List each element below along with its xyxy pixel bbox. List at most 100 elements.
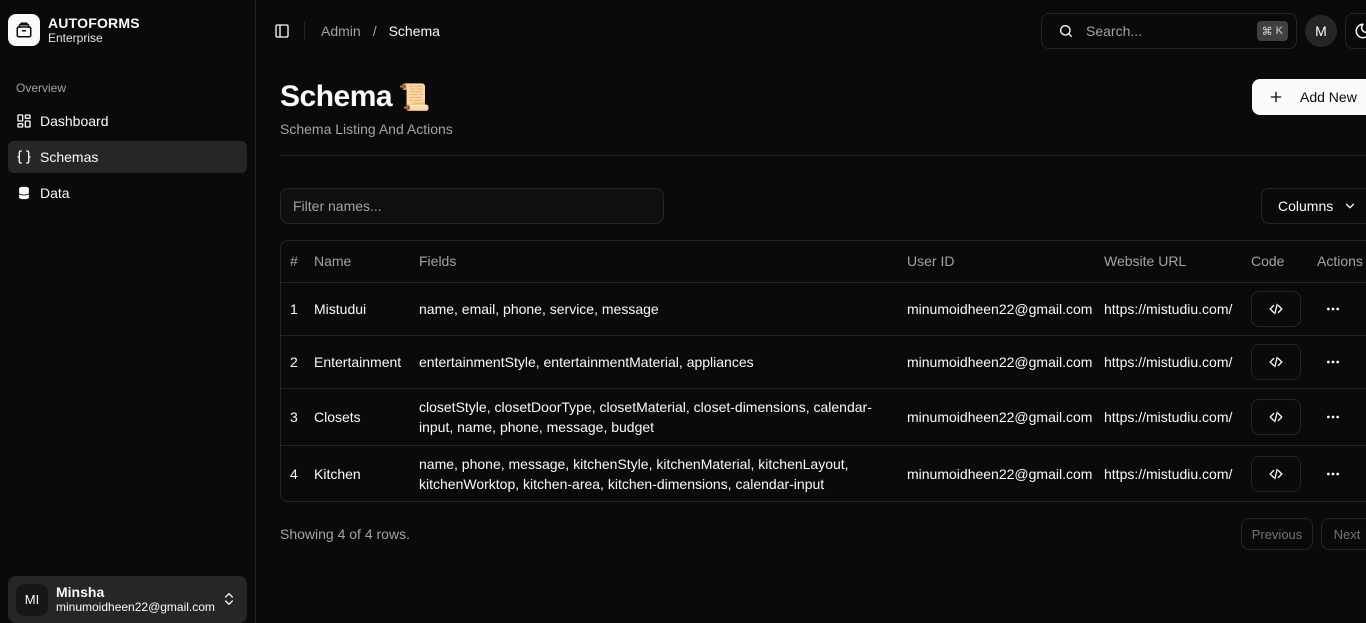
add-new-label: Add New <box>1300 89 1357 105</box>
view-code-button[interactable] <box>1251 290 1301 327</box>
cell-fields: entertainmentStyle, entertainmentMateria… <box>419 335 907 389</box>
filter-names-input[interactable] <box>280 188 664 224</box>
sidebar: AUTOFORMS Enterprise Overview Dashboard … <box>0 0 256 623</box>
chevron-down-icon <box>1346 203 1355 209</box>
cell-fields: closetStyle, closetDoorType, closetMater… <box>419 388 907 446</box>
brand-logo-icon <box>8 14 40 46</box>
search-shortcut: ⌘ K <box>1256 21 1288 41</box>
shortcut-letter: K <box>1275 25 1283 37</box>
cell-number: 4 <box>290 465 298 482</box>
columns-label: Columns <box>1278 198 1334 214</box>
nav-group-label: Overview <box>16 81 67 95</box>
breadcrumb: Admin / Schema <box>321 23 440 39</box>
cell-name: Closets <box>314 388 419 446</box>
user-avatar: MI <box>16 583 48 616</box>
code-icon <box>1269 468 1283 480</box>
cell-name: Mistudui <box>314 282 419 336</box>
command-key: ⌘ <box>1261 25 1273 38</box>
cell-number: 3 <box>281 388 314 446</box>
dashboard-icon <box>17 114 31 128</box>
more-horizontal-icon <box>1327 307 1339 310</box>
page-title-text: Schema <box>280 80 393 113</box>
sidebar-item-dashboard[interactable]: Dashboard <box>8 105 247 137</box>
cell-website-url: https://mistudiu.com/ <box>1104 282 1251 336</box>
page-title: Schema 📜 <box>280 80 430 114</box>
top-header: Admin / Schema Search... ⌘ K M <box>256 0 1366 62</box>
heading-divider <box>280 155 1366 156</box>
column-header-name[interactable]: Name <box>314 241 419 283</box>
search-icon <box>1060 25 1072 37</box>
sidebar-nav: Dashboard Schemas Data <box>8 105 247 213</box>
header-avatar[interactable]: M <box>1305 15 1337 47</box>
search-input[interactable]: Search... ⌘ K <box>1041 13 1297 49</box>
code-icon <box>1269 411 1283 422</box>
more-horizontal-icon <box>1327 360 1339 363</box>
theme-toggle-icon <box>1355 23 1366 39</box>
user-name: Minsha <box>56 584 105 600</box>
row-actions-button[interactable] <box>1317 409 1366 425</box>
cell-number: 1 <box>281 282 314 336</box>
table-row: 3 Closets closetStyle, closetDoorType, c… <box>281 388 1366 446</box>
cell-fields: name, email, phone, service, message <box>419 282 907 336</box>
user-menu[interactable]: MI Minsha minumoidheen22@gmail.com <box>8 576 247 623</box>
schema-table: # Name Fields User ID Website URL Code A… <box>280 240 1366 502</box>
scroll-emoji-icon: 📜 <box>398 81 430 112</box>
breadcrumb-current: Schema <box>388 23 440 39</box>
cell-user-id: minumoidheen22@gmail.com <box>907 465 1093 482</box>
brand-plan: Enterprise <box>48 31 103 45</box>
column-header-code: Code <box>1251 241 1317 283</box>
cell-user-id: minumoidheen22@gmail.com <box>907 335 1104 389</box>
breadcrumb-separator: / <box>372 23 377 39</box>
table-row: 2 Entertainment entertainmentStyle, ente… <box>281 335 1366 389</box>
view-code-button[interactable] <box>1251 343 1301 380</box>
sidebar-item-label: Schemas <box>40 149 99 165</box>
previous-page-button[interactable]: Previous <box>1241 518 1313 550</box>
table-row: 1 Mistudui name, email, phone, service, … <box>281 282 1366 336</box>
column-header-actions: Actions <box>1317 241 1366 283</box>
cell-name: Kitchen <box>314 465 361 482</box>
next-page-button[interactable]: Next <box>1321 518 1366 550</box>
row-actions-button[interactable] <box>1317 354 1366 370</box>
column-header-website-url: Website URL <box>1104 241 1251 283</box>
sidebar-item-label: Dashboard <box>40 113 109 129</box>
code-icon <box>1269 356 1283 367</box>
chevrons-up-down-icon <box>225 593 233 605</box>
theme-toggle-button[interactable] <box>1345 13 1366 49</box>
page-subtitle: Schema Listing And Actions <box>280 121 453 137</box>
cell-fields: name, phone, message, kitchenStyle, kitc… <box>419 455 849 492</box>
row-actions-button[interactable] <box>1317 301 1366 317</box>
sidebar-toggle-icon[interactable] <box>274 23 290 39</box>
more-horizontal-icon <box>1327 472 1339 476</box>
cell-website-url: https://mistudiu.com/ <box>1104 335 1251 389</box>
brand-name: AUTOFORMS <box>48 15 140 31</box>
column-header-user-id: User ID <box>907 241 1104 283</box>
header-divider <box>304 22 305 40</box>
table-header-row: # Name Fields User ID Website URL Code A… <box>281 241 1366 283</box>
add-new-button[interactable]: Add New <box>1252 79 1366 115</box>
cell-website-url: https://mistudiu.com/ <box>1104 465 1233 482</box>
cell-user-id: minumoidheen22@gmail.com <box>907 282 1104 336</box>
cell-website-url: https://mistudiu.com/ <box>1104 388 1251 446</box>
cell-name: Entertainment <box>314 335 419 389</box>
view-code-button[interactable] <box>1251 455 1301 492</box>
cell-user-id: minumoidheen22@gmail.com <box>907 388 1104 446</box>
sidebar-item-schemas[interactable]: Schemas <box>8 141 247 173</box>
brand[interactable]: AUTOFORMS Enterprise <box>8 14 140 46</box>
user-email: minumoidheen22@gmail.com <box>56 600 215 614</box>
search-placeholder: Search... <box>1086 23 1143 39</box>
braces-icon <box>17 150 31 164</box>
rows-count-info: Showing 4 of 4 rows. <box>280 526 410 542</box>
breadcrumb-admin[interactable]: Admin <box>321 23 361 39</box>
column-header-number: # <box>281 241 314 283</box>
more-horizontal-icon <box>1327 415 1339 418</box>
columns-button[interactable]: Columns <box>1261 188 1366 224</box>
code-icon <box>1269 303 1283 314</box>
column-header-fields: Fields <box>419 241 907 283</box>
row-actions-button[interactable] <box>1317 466 1366 482</box>
database-icon <box>18 185 30 201</box>
sidebar-item-label: Data <box>40 185 70 201</box>
cell-number: 2 <box>281 335 314 389</box>
sidebar-item-data[interactable]: Data <box>8 177 247 209</box>
view-code-button[interactable] <box>1251 398 1301 435</box>
table-row: 4 Kitchen name, phone, message, kitchenS… <box>281 445 1366 501</box>
